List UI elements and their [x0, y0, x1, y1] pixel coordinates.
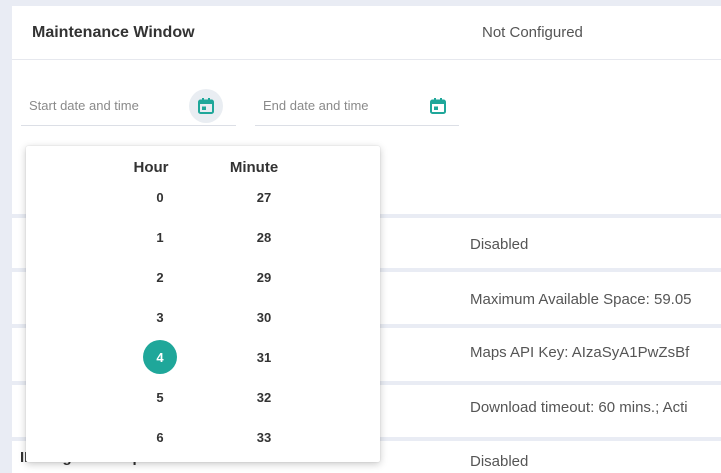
- end-date-time-field[interactable]: [255, 87, 459, 126]
- time-picker-popup: Hour Minute 0 1 2 3 4 5 6 27 28 29 30 31…: [26, 146, 380, 462]
- setting-value: Download timeout: 60 mins.; Acti: [470, 399, 688, 416]
- hour-option[interactable]: 1: [143, 220, 177, 254]
- maintenance-window-value: Not Configured: [482, 24, 583, 41]
- minute-option[interactable]: 29: [247, 260, 281, 294]
- minute-option[interactable]: 32: [247, 380, 281, 414]
- start-date-time-field[interactable]: [21, 87, 236, 126]
- hour-option[interactable]: 6: [143, 420, 177, 454]
- setting-value: Disabled: [470, 453, 529, 470]
- hour-option[interactable]: 0: [143, 180, 177, 214]
- minute-option[interactable]: 30: [247, 300, 281, 334]
- hour-option[interactable]: 5: [143, 380, 177, 414]
- minute-option[interactable]: 31: [247, 340, 281, 374]
- setting-value: Maximum Available Space: 59.05: [470, 291, 692, 308]
- minute-option[interactable]: 33: [247, 420, 281, 454]
- hour-option[interactable]: 3: [143, 300, 177, 334]
- start-date-time-input[interactable]: [21, 87, 179, 123]
- hour-option[interactable]: 2: [143, 260, 177, 294]
- maintenance-window-title: Maintenance Window: [32, 24, 195, 41]
- minute-option[interactable]: 28: [247, 220, 281, 254]
- maintenance-window-row: Maintenance Window Not Configured: [12, 6, 721, 60]
- minute-option[interactable]: 27: [247, 180, 281, 214]
- end-date-calendar-button[interactable]: [421, 89, 455, 123]
- end-date-time-input[interactable]: [255, 87, 413, 123]
- start-date-calendar-button[interactable]: [189, 89, 223, 123]
- setting-value: Maps API Key: AIzaSyA1PwZsBf: [470, 344, 690, 361]
- calendar-icon: [198, 98, 214, 114]
- setting-value: Disabled: [470, 236, 529, 253]
- calendar-icon: [430, 98, 446, 114]
- hour-column-header: Hour: [133, 159, 169, 176]
- minute-column-header: Minute: [229, 159, 279, 176]
- selected-hour-option[interactable]: 4: [143, 340, 177, 374]
